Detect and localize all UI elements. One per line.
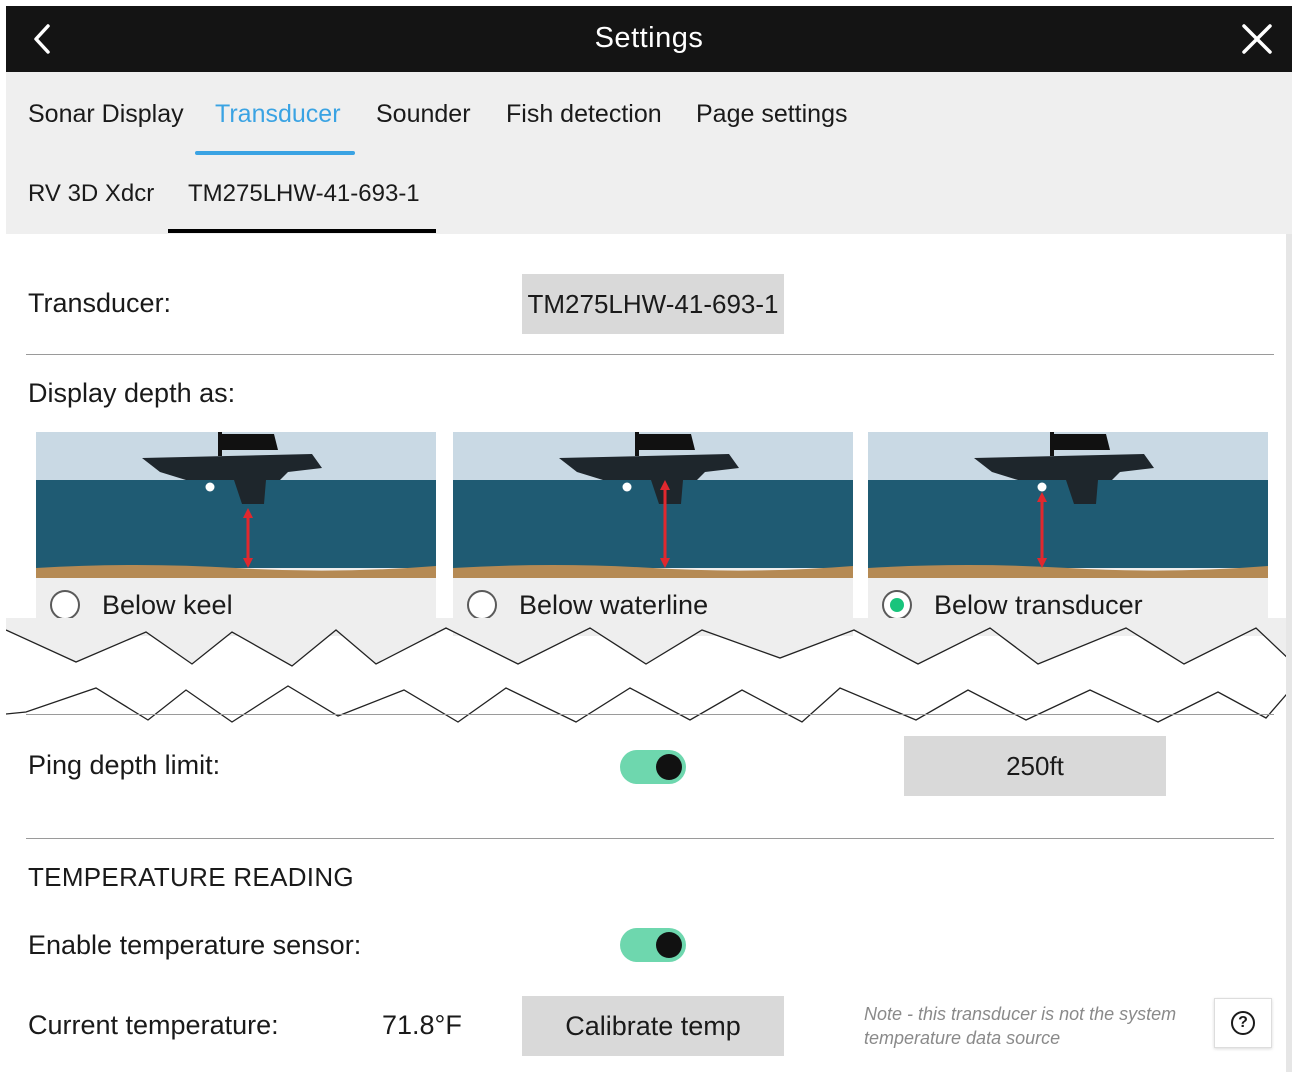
help-button[interactable]: ? (1214, 998, 1272, 1048)
enable-temperature-toggle[interactable] (620, 928, 686, 962)
help-icon: ? (1231, 1011, 1255, 1035)
temperature-note: Note - this transducer is not the system… (864, 1004, 1177, 1048)
tab-sonar-display[interactable]: Sonar Display (28, 100, 184, 129)
subtab-rv-3d-xdcr[interactable]: RV 3D Xdcr (28, 180, 154, 208)
display-depth-label: Display depth as: (28, 378, 236, 408)
calibrate-temp-button[interactable]: Calibrate temp (522, 996, 784, 1056)
ping-depth-label: Ping depth limit: (28, 750, 221, 780)
toggle-knob (656, 932, 682, 958)
below-transducer-illustration (868, 432, 1268, 578)
ping-depth-value-button[interactable]: 250ft (904, 736, 1166, 796)
radio-below-keel[interactable] (50, 590, 80, 620)
radio-below-transducer[interactable] (882, 590, 912, 620)
radio-selected-dot (890, 598, 904, 612)
transducer-label: Transducer: (28, 288, 172, 318)
current-temperature-label: Current temperature: (28, 1010, 279, 1040)
transducer-select[interactable]: TM275LHW-41-693-1 (522, 274, 784, 334)
below-keel-label[interactable]: Below keel (102, 590, 233, 621)
tab-fish-detection[interactable]: Fish detection (506, 100, 662, 129)
close-icon (1242, 24, 1272, 54)
below-transducer-label[interactable]: Below transducer (934, 590, 1143, 621)
toggle-knob (656, 754, 682, 780)
page-title: Settings (594, 22, 704, 54)
divider (26, 714, 1274, 715)
tab-bar: Sonar Display Transducer Sounder Fish de… (6, 72, 1292, 234)
torn-page-separator (6, 618, 1292, 728)
tab-sounder[interactable]: Sounder (376, 100, 471, 129)
divider (26, 354, 1274, 355)
depth-option-below-keel[interactable]: Below keel (36, 432, 436, 636)
depth-option-below-waterline[interactable]: Below waterline (453, 432, 853, 636)
below-waterline-illustration (453, 432, 853, 578)
subtab-tm275lhw[interactable]: TM275LHW-41-693-1 (188, 180, 420, 208)
tab-transducer[interactable]: Transducer (215, 100, 341, 129)
current-temperature-value: 71.8°F (382, 1010, 462, 1040)
active-tab-indicator (195, 151, 355, 155)
enable-temperature-label: Enable temperature sensor: (28, 930, 362, 960)
below-keel-illustration (36, 432, 436, 578)
temperature-section-heading: TEMPERATURE READING (28, 862, 354, 892)
close-button[interactable] (1240, 22, 1274, 56)
below-waterline-label[interactable]: Below waterline (519, 590, 708, 621)
ping-depth-toggle[interactable] (620, 750, 686, 784)
depth-option-below-transducer[interactable]: Below transducer (868, 432, 1268, 636)
scrollbar-track[interactable] (1286, 234, 1292, 1072)
radio-below-waterline[interactable] (467, 590, 497, 620)
divider (26, 838, 1274, 839)
active-subtab-indicator (168, 229, 436, 233)
title-bar: Settings (6, 6, 1292, 72)
tab-page-settings[interactable]: Page settings (696, 100, 848, 129)
settings-window: Settings Sonar Display Transducer Sounde… (6, 6, 1292, 1072)
